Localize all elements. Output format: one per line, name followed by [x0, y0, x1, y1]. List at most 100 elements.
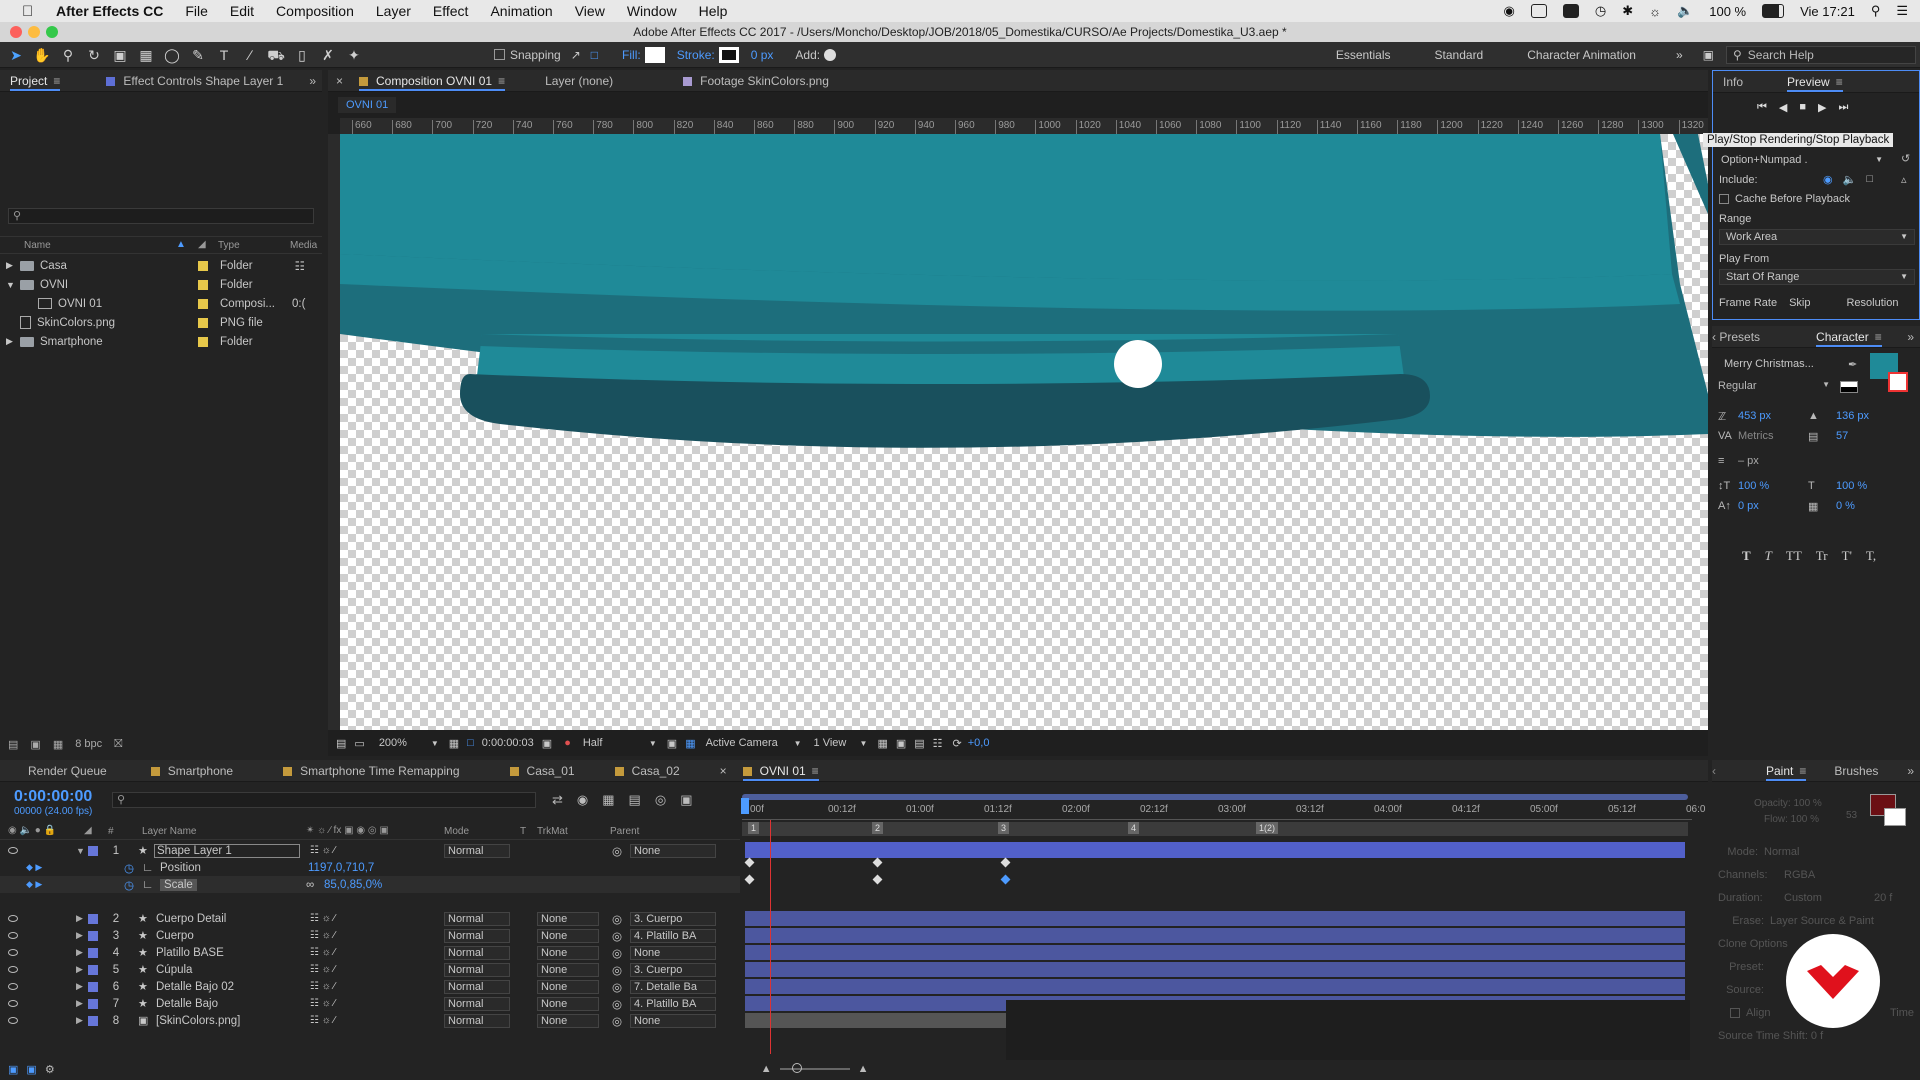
shy-icon[interactable]: ▦ — [602, 792, 614, 808]
wifi-icon[interactable]: ☼ — [1649, 4, 1661, 19]
comp-breadcrumb[interactable]: OVNI 01 — [338, 97, 397, 113]
visibility-icon[interactable] — [8, 847, 18, 854]
mode-select[interactable]: Normal — [444, 928, 510, 943]
mode-select[interactable]: Normal — [444, 1013, 510, 1028]
graph-editor-icon[interactable]: ▣ — [680, 792, 692, 808]
comp-mini-flowchart-icon[interactable]: ⇄ — [552, 792, 563, 808]
comp-marker[interactable]: 2 — [872, 822, 884, 834]
panel-menu-icon[interactable]: ≡ — [1836, 71, 1843, 93]
close-window-button[interactable] — [10, 26, 22, 38]
expand-transfer-controls-icon[interactable]: ▣ — [26, 1063, 36, 1076]
expand-arrow-icon[interactable]: ▶ — [76, 913, 83, 924]
panel-menu-icon[interactable]: ≡ — [1799, 760, 1806, 782]
expand-arrow-icon[interactable]: ▶ — [76, 981, 83, 992]
close-tab-icon[interactable]: × — [720, 764, 727, 778]
trkmat-select[interactable]: None — [537, 962, 599, 977]
region-icon[interactable]: □ — [467, 737, 474, 749]
last-frame-icon[interactable]: ⏭ — [1839, 101, 1849, 114]
mode-select[interactable]: Normal — [444, 945, 510, 960]
chevron-down-icon[interactable]: ▼ — [860, 739, 868, 748]
small-caps-button[interactable]: Tr — [1816, 548, 1828, 564]
tab-casa-02[interactable]: Casa_02 — [605, 760, 690, 782]
project-item-ovni[interactable]: ▼ OVNI Folder — [0, 275, 322, 294]
horizontal-ruler[interactable]: 660 680 700 720 740 760 780 800 820 840 860 880 900 9… — [340, 118, 1708, 134]
constrain-proportions-icon[interactable]: ∞ — [306, 879, 314, 891]
cache-before-playback-checkbox[interactable]: Cache Before Playback — [1719, 193, 1850, 205]
property-row-scale[interactable]: ◆ ▶ ◷ ∟ Scale ∞ 85,0,85,0% — [0, 876, 740, 893]
tab-composition[interactable]: Composition OVNI 01 ≡ — [349, 70, 515, 92]
paint-channels-select[interactable]: RGBA — [1784, 869, 1815, 881]
graph-icon[interactable]: ∟ — [142, 879, 153, 891]
menu-edit[interactable]: Edit — [230, 3, 254, 19]
clone-stamp-tool-icon[interactable]: ⛟ — [266, 46, 286, 64]
layer-bar-2[interactable] — [745, 911, 1685, 926]
parent-select[interactable]: 4. Platillo BA — [630, 996, 716, 1011]
play-stop-icon[interactable]: ■ — [1799, 101, 1806, 114]
align-checkbox[interactable] — [1730, 1007, 1740, 1018]
audio-icon[interactable]: 🔈 — [1843, 173, 1857, 186]
menu-view[interactable]: View — [575, 3, 605, 19]
layer-label-color[interactable] — [88, 845, 98, 856]
record-icon[interactable]: ◉ — [1504, 3, 1515, 19]
paint-duration-select[interactable]: Custom — [1784, 892, 1874, 904]
stopwatch-icon[interactable]: ◷ — [124, 861, 134, 875]
project-item-skincolors[interactable]: SkinColors.png PNG file — [0, 313, 322, 332]
trkmat-select[interactable]: None — [537, 1013, 599, 1028]
parent-select[interactable]: 4. Platillo BA — [630, 928, 716, 943]
faux-bold-button[interactable]: T — [1742, 548, 1751, 564]
search-help-field[interactable]: ⚲ Search Help — [1726, 45, 1916, 64]
eyedropper-icon[interactable]: ✒ — [1848, 358, 1857, 371]
keyframe-icon[interactable] — [872, 857, 883, 868]
kerning-value[interactable]: Metrics — [1738, 430, 1808, 442]
keyframe-icon[interactable] — [1000, 857, 1011, 868]
keyframe-nav-icon[interactable]: ◆ ▶ — [26, 862, 42, 873]
mode-select[interactable]: Normal — [444, 996, 510, 1011]
parent-pickwhip-icon[interactable]: ◎ — [612, 963, 622, 977]
puppet-tool-icon[interactable]: ✦ — [344, 46, 364, 64]
resolution-select[interactable]: Half — [583, 737, 649, 749]
stopwatch-icon[interactable]: ◷ — [124, 878, 134, 892]
trkmat-select[interactable]: None — [537, 928, 599, 943]
workspace-menu-icon[interactable]: ▣ — [1703, 48, 1714, 62]
layer-row-5[interactable]: ▶ 5 ★ Cúpula ☷ ☼ ∕ Normal None ◎ 3. Cuerpo — [0, 961, 740, 978]
camera-tool-icon[interactable]: ▣ — [110, 46, 130, 64]
horizontal-scale-value[interactable]: 100 % — [1836, 480, 1867, 492]
menu-layer[interactable]: Layer — [376, 3, 411, 19]
expand-panels-icon[interactable]: » — [309, 74, 316, 88]
tab-effect-controls[interactable]: Effect Controls Shape Layer 1 — [96, 70, 293, 92]
chevron-down-icon[interactable]: ▼ — [431, 739, 439, 748]
layer-label-color[interactable] — [88, 964, 98, 975]
tab-brushes[interactable]: Brushes — [1824, 760, 1888, 782]
workspace-character-animation[interactable]: Character Animation — [1527, 48, 1636, 62]
sort-up-icon[interactable]: ▲ — [176, 239, 186, 250]
tab-ovni-01[interactable]: OVNI 01 ≡ — [733, 760, 829, 782]
keyframe-nav-icon[interactable]: ◆ ▶ — [26, 879, 42, 890]
frame-blending-icon[interactable]: ▤ — [629, 792, 641, 808]
roi-icon[interactable]: ▣ — [667, 737, 677, 750]
layer-row-6[interactable]: ▶ 6 ★ Detalle Bajo 02 ☷ ☼ ∕ Normal None ◎ 7. Det… — [0, 978, 740, 995]
chevron-down-icon[interactable]: ▼ — [794, 739, 802, 748]
parent-pickwhip-icon[interactable]: ◎ — [612, 980, 622, 994]
video-eye-icon[interactable]: ◉ — [1823, 173, 1833, 186]
workspace-essentials[interactable]: Essentials — [1336, 48, 1391, 62]
layer-label-color[interactable] — [88, 981, 98, 992]
minimize-window-button[interactable] — [28, 26, 40, 38]
layer-name[interactable]: Platillo BASE — [156, 947, 224, 959]
layer-name[interactable]: Cuerpo — [156, 930, 194, 942]
reset-exposure-icon[interactable]: ⟳ — [953, 737, 962, 750]
expand-arrow-icon[interactable]: ▶ — [6, 260, 20, 271]
workspace-standard[interactable]: Standard — [1435, 48, 1484, 62]
menu-help[interactable]: Help — [699, 3, 728, 19]
ellipse-tool-icon[interactable]: ◯ — [162, 46, 182, 64]
expand-arrow-icon[interactable]: ▶ — [76, 998, 83, 1009]
timeline-icon[interactable]: ▤ — [914, 737, 924, 750]
column-name[interactable]: Name — [24, 240, 51, 251]
close-tab-icon[interactable]: × — [336, 74, 343, 88]
source-time-shift[interactable]: Source Time Shift: 0 f — [1718, 1030, 1823, 1042]
zoom-out-icon[interactable]: ▲ — [761, 1063, 772, 1075]
vertical-scale-value[interactable]: 100 % — [1738, 480, 1808, 492]
expand-stretch-icon[interactable]: ⚙ — [45, 1063, 55, 1076]
project-item-casa[interactable]: ▶ Casa Folder ☷ — [0, 256, 322, 275]
expand-arrow-icon[interactable]: ▶ — [76, 930, 83, 941]
layer-name[interactable]: Detalle Bajo — [156, 998, 218, 1010]
